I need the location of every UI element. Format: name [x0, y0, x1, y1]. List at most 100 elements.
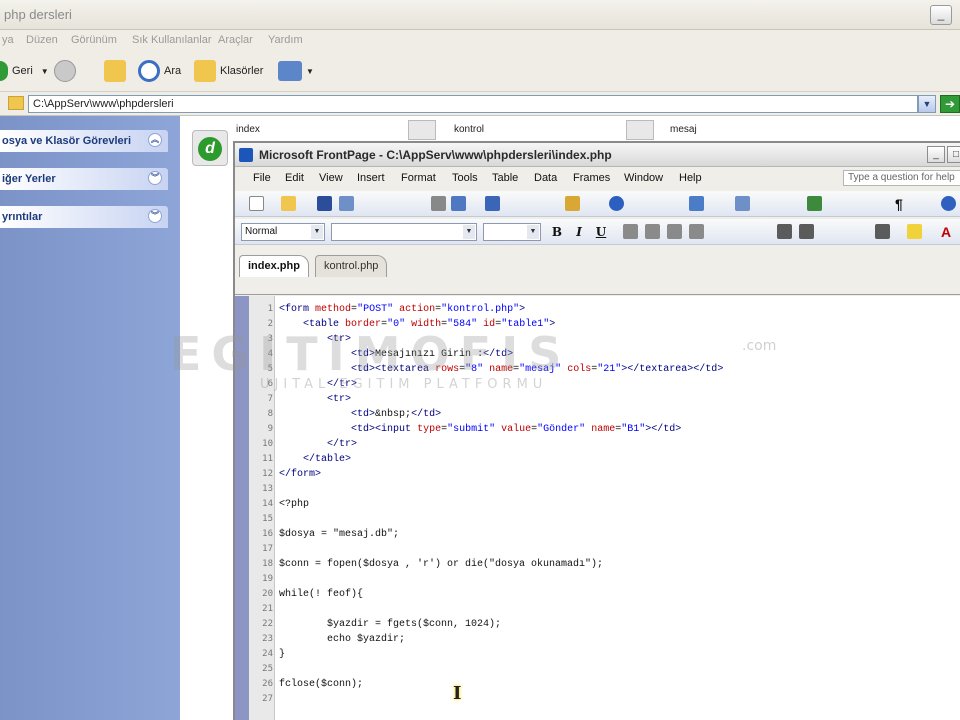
menu-tools[interactable]: Tools	[452, 172, 478, 184]
code-line[interactable]: <td><input type="submit" value="Gönder" …	[279, 422, 681, 437]
undo-icon[interactable]	[609, 196, 624, 211]
bold-button[interactable]: B	[549, 224, 565, 240]
file-mesaj-name[interactable]: mesaj	[670, 124, 697, 135]
collapse-icon[interactable]: ︾	[148, 209, 162, 223]
paste-icon[interactable]	[565, 196, 580, 211]
code-line[interactable]: $dosya = "mesaj.db";	[279, 527, 399, 542]
help-question-input[interactable]: Type a question for help	[843, 170, 960, 186]
align-center-icon[interactable]	[645, 224, 660, 239]
menu-window[interactable]: Window	[624, 172, 663, 184]
back-button[interactable]: Geri ▼	[0, 58, 49, 84]
font-color-icon[interactable]: A	[941, 224, 956, 240]
tab-kontrol-php[interactable]: kontrol.php	[315, 255, 388, 277]
italic-button[interactable]: I	[571, 224, 587, 240]
preview-icon[interactable]	[451, 196, 466, 211]
minimize-button[interactable]: _	[927, 146, 945, 163]
menu-edit[interactable]: Edit	[285, 172, 304, 184]
code-line[interactable]: }	[279, 647, 285, 662]
open-folder-icon[interactable]	[281, 196, 296, 211]
line-number: 15	[262, 514, 273, 524]
views-button[interactable]: ▼	[278, 58, 314, 84]
layer-icon[interactable]	[735, 196, 750, 211]
address-dropdown-button[interactable]: ▼	[918, 95, 936, 113]
style-combo[interactable]: Normal ▼	[241, 223, 325, 241]
up-folder-button[interactable]	[104, 58, 130, 84]
menu-frames[interactable]: Frames	[573, 172, 610, 184]
bullets-icon[interactable]	[799, 224, 814, 239]
underline-button[interactable]: U	[593, 224, 609, 240]
code-line[interactable]: <tr>	[279, 392, 351, 407]
tab-index-php[interactable]: index.php	[239, 255, 309, 277]
code-line[interactable]: <?php	[279, 497, 309, 512]
file-index-name[interactable]: index	[236, 124, 260, 135]
numbering-icon[interactable]	[777, 224, 792, 239]
search-button[interactable]: Ara	[138, 58, 181, 84]
spelling-icon[interactable]	[485, 196, 500, 211]
highlight-icon[interactable]	[907, 224, 922, 239]
menu-file[interactable]: File	[253, 172, 271, 184]
menu-data[interactable]: Data	[534, 172, 557, 184]
panel-details[interactable]: yrıntılar ︾	[0, 206, 168, 228]
line-number: 27	[262, 694, 273, 704]
menu-format[interactable]: Format	[401, 172, 436, 184]
code-line[interactable]: $yazdir = fgets($conn, 1024);	[279, 617, 501, 632]
collapse-icon[interactable]: ︽	[148, 133, 162, 147]
code-line[interactable]: echo $yazdir;	[279, 632, 405, 647]
new-page-icon[interactable]	[249, 196, 264, 211]
find-icon[interactable]	[339, 196, 354, 211]
frontpage-app-icon	[239, 148, 253, 162]
explorer-toolbar: Geri ▼ Ara Klasörler ▼	[0, 50, 960, 92]
text-cursor-icon: I	[453, 683, 462, 704]
size-combo[interactable]: ▼	[483, 223, 541, 241]
align-right-icon[interactable]	[667, 224, 682, 239]
help-icon[interactable]	[941, 196, 956, 211]
go-button[interactable]: ➔	[940, 95, 960, 113]
chevron-down-icon[interactable]: ▼	[41, 67, 49, 76]
watermark-subtitle: UJITAL EGITIM PLATFORMU	[260, 377, 548, 392]
minimize-button[interactable]: _	[930, 5, 952, 25]
chevron-down-icon[interactable]: ▼	[527, 225, 539, 239]
justify-icon[interactable]	[689, 224, 704, 239]
collapse-icon[interactable]: ︾	[148, 171, 162, 185]
menu-file[interactable]: ya	[2, 34, 14, 46]
code-line[interactable]: while(! feof){	[279, 587, 363, 602]
code-line[interactable]: </tr>	[279, 437, 357, 452]
menu-view[interactable]: View	[319, 172, 343, 184]
chevron-down-icon: ▼	[306, 66, 314, 76]
web-icon[interactable]	[807, 196, 822, 211]
code-line[interactable]: </table>	[279, 452, 351, 467]
code-line[interactable]: </form>	[279, 467, 321, 482]
file-kontrol-icon[interactable]	[408, 120, 436, 140]
file-index-icon[interactable]: d	[192, 130, 228, 166]
menu-edit[interactable]: Düzen	[26, 34, 58, 46]
folders-button[interactable]: Klasörler	[194, 58, 263, 84]
font-combo[interactable]: ▼	[331, 223, 477, 241]
code-line[interactable]: fclose($conn);	[279, 677, 363, 692]
menu-help[interactable]: Help	[679, 172, 702, 184]
file-kontrol-name[interactable]: kontrol	[454, 124, 484, 135]
save-icon[interactable]	[317, 196, 332, 211]
menu-help[interactable]: Yardım	[268, 34, 303, 46]
maximize-button[interactable]: □	[947, 146, 960, 163]
code-line[interactable]: $conn = fopen($dosya , 'r') or die("dosy…	[279, 557, 603, 572]
file-mesaj-icon[interactable]	[626, 120, 654, 140]
menu-favorites[interactable]: Sık Kullanılanlar	[132, 34, 212, 46]
border-icon[interactable]	[875, 224, 890, 239]
insert-table-icon[interactable]	[689, 196, 704, 211]
chevron-down-icon[interactable]: ▼	[311, 225, 323, 239]
menu-tools[interactable]: Araçlar	[218, 34, 253, 46]
align-left-icon[interactable]	[623, 224, 638, 239]
line-number: 26	[262, 679, 273, 689]
menu-insert[interactable]: Insert	[357, 172, 385, 184]
panel-file-folder-tasks[interactable]: osya ve Klasör Görevleri ︽	[0, 130, 168, 152]
chevron-down-icon[interactable]: ▼	[463, 225, 475, 239]
show-all-icon[interactable]: ¶	[895, 196, 910, 212]
code-line[interactable]: <td>&nbsp;</td>	[279, 407, 441, 422]
forward-button[interactable]	[54, 58, 80, 84]
menu-table[interactable]: Table	[492, 172, 518, 184]
address-input[interactable]: C:\AppServ\www\phpdersleri	[28, 95, 918, 113]
panel-other-places[interactable]: iğer Yerler ︾	[0, 168, 168, 190]
code-line[interactable]: <form method="POST" action="kontrol.php"…	[279, 302, 525, 317]
menu-view[interactable]: Görünüm	[71, 34, 117, 46]
print-icon[interactable]	[431, 196, 446, 211]
